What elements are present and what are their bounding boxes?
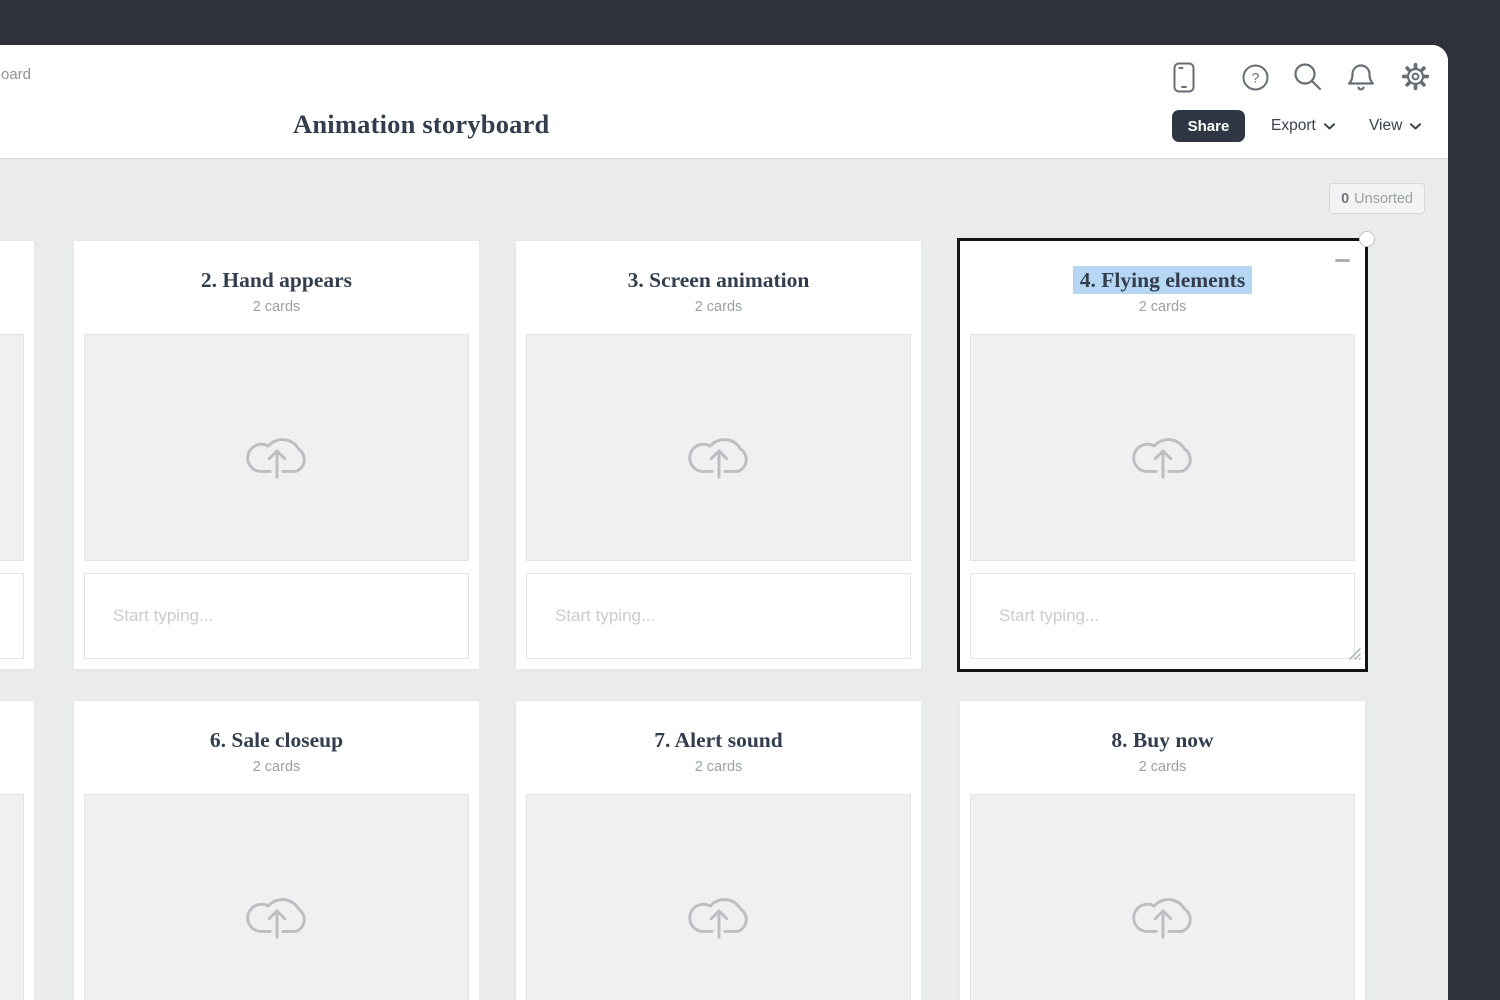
resize-grip-icon[interactable] <box>1346 645 1362 666</box>
unsorted-badge[interactable]: 0 Unsorted <box>1329 183 1425 214</box>
upload-drop-area[interactable] <box>526 794 911 1000</box>
card-count: 2 cards <box>74 759 479 775</box>
svg-text:?: ? <box>1252 70 1260 86</box>
card-text-input[interactable]: Start typing... <box>84 573 469 659</box>
app-window: oard Animation storyboard 12 ? <box>0 45 1448 1000</box>
card-text-input[interactable] <box>0 573 24 659</box>
upload-cloud-icon <box>678 415 760 481</box>
text-placeholder: Start typing... <box>85 606 213 626</box>
card-screen-animation[interactable]: 3. Screen animation 2 cards Start typing… <box>516 241 921 669</box>
bell-icon[interactable] <box>1347 62 1375 92</box>
app-bar: oard Animation storyboard 12 ? <box>0 45 1448 158</box>
upload-cloud-icon <box>236 415 318 481</box>
card-text-input[interactable]: Start typing... <box>526 573 911 659</box>
upload-cloud-icon <box>236 875 318 941</box>
upload-drop-area[interactable] <box>84 334 469 561</box>
selected-title-highlight: 4. Flying elements <box>1073 266 1252 294</box>
card-count: 2 cards <box>960 759 1365 775</box>
card-count: 2 cards <box>516 759 921 775</box>
page-title: Animation storyboard <box>293 109 550 140</box>
selection-corner-handle[interactable] <box>1359 231 1375 247</box>
card-flying-elements-selected[interactable]: 4. Flying elements 2 cards Start typing.… <box>960 241 1365 669</box>
phone-icon[interactable] <box>1173 62 1195 93</box>
card-text-input[interactable]: Start typing... <box>970 573 1355 659</box>
card-count: 2 cards <box>516 299 921 315</box>
unsorted-label: Unsorted <box>1354 191 1413 207</box>
search-icon[interactable] <box>1293 62 1323 92</box>
upload-drop-area[interactable] <box>970 334 1355 561</box>
card-alert-sound[interactable]: 7. Alert sound 2 cards Start typing... <box>516 701 921 1000</box>
breadcrumb[interactable]: oard <box>1 66 31 83</box>
chevron-down-icon <box>1410 117 1421 135</box>
upload-drop-area[interactable] <box>970 794 1355 1000</box>
text-placeholder: Start typing... <box>527 606 655 626</box>
view-label: View <box>1369 117 1402 135</box>
chevron-down-icon <box>1324 117 1335 135</box>
card-title[interactable]: 2. Hand appears <box>74 267 479 293</box>
upload-drop-area[interactable] <box>84 794 469 1000</box>
card-title[interactable]: 8. Buy now <box>960 727 1365 753</box>
export-label: Export <box>1271 117 1316 135</box>
upload-drop-area[interactable] <box>526 334 911 561</box>
upload-cloud-icon <box>1122 415 1204 481</box>
unsorted-count: 0 <box>1341 191 1349 207</box>
upload-cloud-icon <box>1122 875 1204 941</box>
card-title[interactable]: 3. Screen animation <box>516 267 921 293</box>
upload-drop-area[interactable] <box>0 334 24 561</box>
card-count: 2 cards <box>74 299 479 315</box>
card-hand-appears[interactable]: 2. Hand appears 2 cards Start typing... <box>74 241 479 669</box>
gear-icon[interactable] <box>1400 61 1431 92</box>
card-title[interactable]: 4. Flying elements <box>960 267 1365 293</box>
share-button[interactable]: Share <box>1172 110 1245 142</box>
upload-cloud-icon <box>678 875 760 941</box>
upload-drop-area[interactable] <box>0 794 24 1000</box>
card-partial-1[interactable] <box>0 241 34 669</box>
collapse-icon[interactable] <box>1335 259 1350 262</box>
text-placeholder: Start typing... <box>971 606 1099 626</box>
board-canvas[interactable]: 0 Unsorted 2. Hand appears 2 cards <box>0 158 1448 1000</box>
card-title[interactable]: 7. Alert sound <box>516 727 921 753</box>
card-count: 2 cards <box>960 299 1365 315</box>
card-partial-5[interactable] <box>0 701 34 1000</box>
card-title[interactable]: 6. Sale closeup <box>74 727 479 753</box>
export-menu-button[interactable]: Export <box>1271 110 1335 142</box>
card-buy-now[interactable]: 8. Buy now 2 cards Start typing... <box>960 701 1365 1000</box>
view-menu-button[interactable]: View <box>1369 110 1421 142</box>
help-icon[interactable]: ? <box>1242 64 1269 91</box>
card-sale-closeup[interactable]: 6. Sale closeup 2 cards Start typing... <box>74 701 479 1000</box>
